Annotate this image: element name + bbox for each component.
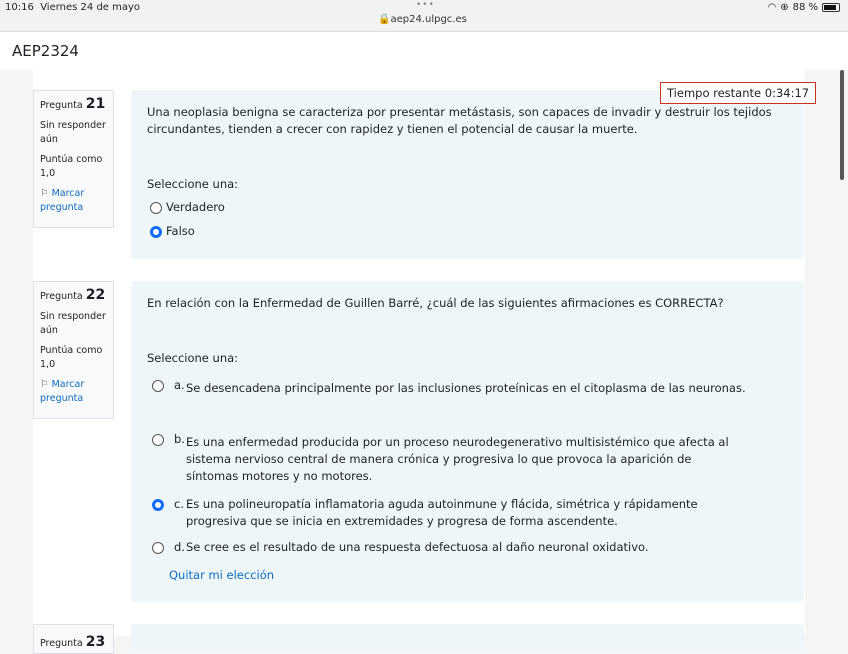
radio-button[interactable]: [150, 201, 162, 214]
scrollbar[interactable]: [840, 70, 844, 180]
tab-menu-dots[interactable]: •••: [416, 0, 435, 10]
option-falso[interactable]: Falso: [150, 223, 788, 240]
radio-button-selected[interactable]: [152, 498, 164, 511]
option-d[interactable]: d. Se cree es el resultado de una respues…: [152, 539, 752, 557]
question-box-22: En relación con la Enfermedad de Guillen…: [131, 281, 804, 602]
wifi-icon: ◠: [767, 2, 777, 13]
question-box-23: [131, 624, 804, 652]
battery-percent: 88 %: [792, 2, 818, 13]
status-right: ◠ ⊕ 88 %: [767, 2, 840, 13]
flag-question-button[interactable]: ⚐ Marcar pregunta: [40, 378, 107, 406]
question-text: Una neoplasia benigna se caracteriza por…: [147, 105, 772, 136]
question-prompt: Seleccione una:: [147, 177, 239, 191]
flag-icon: ⚐: [40, 379, 49, 390]
time-remaining: Tiempo restante 0:34:17: [660, 82, 817, 104]
option-verdadero[interactable]: Verdadero: [150, 199, 788, 216]
flag-icon: ⚐: [40, 188, 49, 199]
orientation-lock-icon: ⊕: [780, 2, 789, 13]
status-time: 10:16 Viernes 24 de mayo: [5, 2, 141, 13]
question-score: Puntúa como 1,0: [40, 154, 103, 179]
question-prompt: Seleccione una:: [147, 351, 239, 365]
question-status: Sin responder aún: [40, 120, 106, 145]
question-text: En relación con la Enfermedad de Guillen…: [147, 296, 724, 310]
radio-button[interactable]: [152, 379, 164, 392]
radio-button-selected[interactable]: [150, 225, 162, 238]
radio-button[interactable]: [152, 541, 164, 554]
question-box-21: Una neoplasia benigna se caracteriza por…: [131, 90, 804, 259]
url-bar[interactable]: 🔒aep24.ulpgc.es: [378, 14, 467, 25]
option-a[interactable]: a. Se desencadena principalmente por las …: [152, 377, 752, 397]
question-info-23: Pregunta 23: [33, 624, 114, 654]
site-title[interactable]: AEP2324: [12, 42, 79, 60]
status-bar: 10:16 Viernes 24 de mayo ••• 🔒aep24.ulpg…: [0, 0, 848, 32]
question-status: Sin responder aún: [40, 311, 106, 336]
question-info-21: Pregunta 21 Sin responder aún Puntúa com…: [33, 90, 114, 228]
quiz-content: Pregunta 21 Sin responder aún Puntúa com…: [33, 70, 805, 654]
site-header: AEP2324: [0, 32, 848, 70]
option-c[interactable]: c. Es una polineuropatía inflamatoria agu…: [152, 496, 752, 530]
radio-button[interactable]: [152, 433, 164, 446]
flag-question-button[interactable]: ⚐ Marcar pregunta: [40, 187, 107, 215]
clear-choice-link[interactable]: Quitar mi elección: [169, 567, 274, 584]
lock-icon: 🔒: [378, 14, 391, 25]
option-b[interactable]: b. Es una enfermedad producida por un pro…: [152, 431, 752, 483]
battery-icon: [822, 3, 840, 12]
question-info-22: Pregunta 22 Sin responder aún Puntúa com…: [33, 281, 114, 419]
question-score: Puntúa como 1,0: [40, 345, 103, 370]
